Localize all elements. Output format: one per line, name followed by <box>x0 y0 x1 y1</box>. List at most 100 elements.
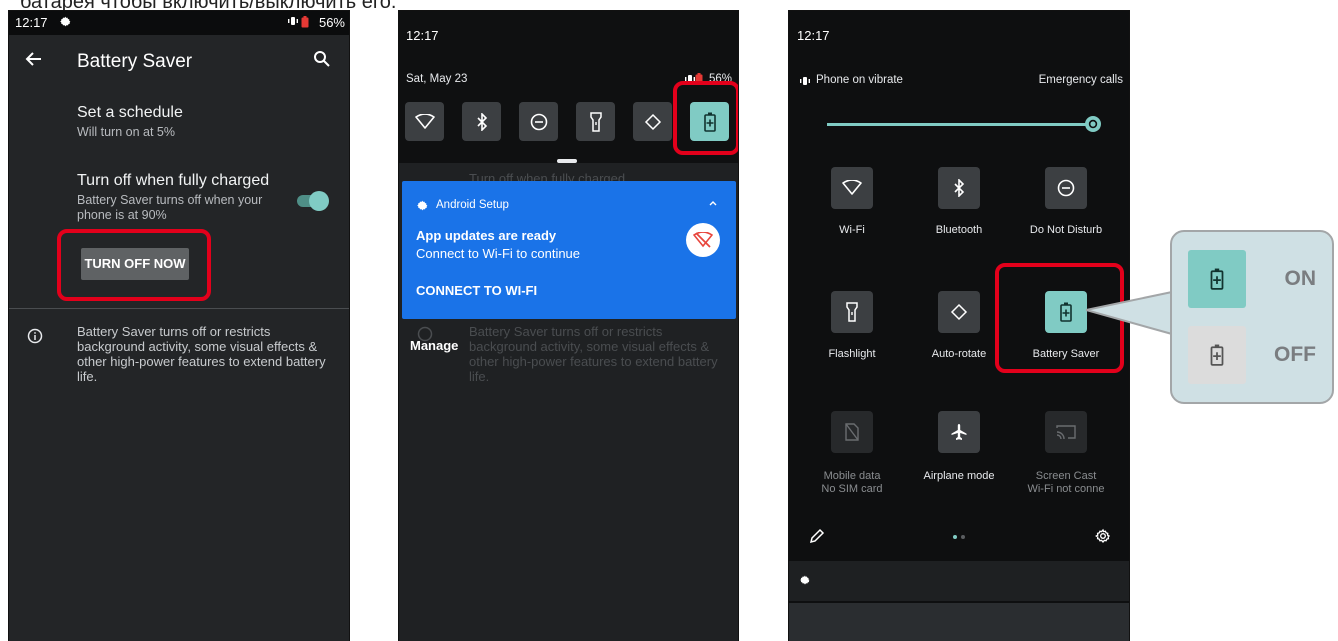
wifi-icon <box>842 180 862 195</box>
tile-flashlight[interactable] <box>831 291 873 333</box>
tile-label: Flashlight <box>828 348 876 360</box>
tile-label: Screen Cast <box>1035 470 1097 482</box>
rotate-icon <box>950 303 968 321</box>
notification-shade-screen: Turn off when fully charged Battery Save… <box>398 10 739 641</box>
page-indicator-dots <box>953 535 967 539</box>
qs-bluetooth-tile[interactable] <box>462 102 501 141</box>
tile-do-not-disturb[interactable] <box>1045 167 1087 209</box>
tile-sublabel: No SIM card <box>821 483 883 495</box>
qs-wifi-tile[interactable] <box>405 102 444 141</box>
battery-saver-status-icon <box>301 16 309 28</box>
background-panel <box>789 603 1129 641</box>
highlight-battery-tile <box>673 81 738 155</box>
qs-flashlight-tile[interactable] <box>576 102 615 141</box>
ghost-info-text: Battery Saver turns off or restricts bac… <box>469 324 718 384</box>
page-title: Battery Saver <box>77 51 193 72</box>
ghost-info-line: other high-power features to extend batt… <box>469 354 718 369</box>
ghost-info-line: background activity, some visual effects… <box>469 339 710 354</box>
dnd-icon <box>1057 179 1075 197</box>
wifi-off-icon <box>686 223 720 257</box>
set-schedule-title[interactable]: Set a schedule <box>77 104 183 122</box>
quick-settings-expanded-screen: 12:17 Phone on vibrate Emergency calls W… <box>788 10 1130 641</box>
vibrate-icon <box>799 76 811 86</box>
status-bar: 12:17 56% <box>9 11 349 35</box>
emergency-calls-link[interactable]: Emergency calls <box>1039 74 1123 86</box>
settings-gear-icon <box>59 15 72 28</box>
bluetooth-icon <box>476 112 487 131</box>
battery-saver-settings-screen: 12:17 56% Battery Saver Set a schedule W… <box>8 10 350 641</box>
tile-label: Bluetooth <box>935 224 983 236</box>
qs-rotate-tile[interactable] <box>633 102 672 141</box>
highlight-turn-off-button <box>57 229 211 301</box>
info-text: Battery Saver turns off or restricts bac… <box>77 324 333 384</box>
chevron-up-icon[interactable] <box>708 199 718 207</box>
battery-saver-off-tile <box>1188 326 1246 384</box>
tile-auto-rotate[interactable] <box>938 291 980 333</box>
tile-bluetooth[interactable] <box>938 167 980 209</box>
full-charge-summary-line1: Battery Saver turns off when your <box>77 193 263 207</box>
rotate-icon <box>644 113 661 130</box>
tile-label: Airplane mode <box>923 470 995 482</box>
flashlight-icon <box>846 302 858 322</box>
status-time: 12:17 <box>406 28 439 43</box>
flashlight-icon <box>589 111 602 132</box>
full-charge-title[interactable]: Turn off when fully charged <box>77 172 269 190</box>
ghost-info-line: Battery Saver turns off or restricts <box>469 324 663 339</box>
divider <box>9 308 349 309</box>
battery-saver-icon <box>1210 268 1224 290</box>
full-charge-toggle[interactable] <box>295 191 329 211</box>
ghost-info-line: life. <box>469 369 490 384</box>
toggle-knob <box>309 191 329 211</box>
vibrate-icon <box>287 16 299 26</box>
off-label: OFF <box>1274 343 1316 366</box>
tile-label: Wi-Fi <box>839 224 865 236</box>
battery-saver-icon <box>1210 344 1224 366</box>
info-line: other high-power features to extend batt… <box>77 354 326 369</box>
status-time: 12:17 <box>797 28 830 43</box>
settings-gear-icon <box>416 199 429 212</box>
tile-label: Do Not Disturb <box>1029 224 1103 236</box>
info-line: background activity, some visual effects… <box>77 339 318 354</box>
manage-button[interactable]: Manage <box>410 338 458 353</box>
tile-mobile-data[interactable] <box>831 411 873 453</box>
info-icon <box>27 328 43 344</box>
notification-title: App updates are ready <box>416 228 557 243</box>
notification-text: Connect to Wi-Fi to continue <box>416 246 581 261</box>
search-icon[interactable] <box>313 50 331 68</box>
full-charge-summary-line2: phone is at 90% <box>77 208 167 222</box>
tile-airplane-mode[interactable] <box>938 411 980 453</box>
app-bar: Battery Saver <box>9 35 349 87</box>
date-text: Sat, May 23 <box>406 73 468 85</box>
settings-gear-icon <box>799 574 811 586</box>
qs-dnd-tile[interactable] <box>519 102 558 141</box>
notification-app-name: Android Setup <box>436 199 509 211</box>
wifi-icon <box>414 113 435 129</box>
tile-screen-cast[interactable] <box>1045 411 1087 453</box>
tile-wifi[interactable] <box>831 167 873 209</box>
set-schedule-summary: Will turn on at 5% <box>77 125 175 139</box>
connect-wifi-action[interactable]: CONNECT TO WI-FI <box>416 283 537 298</box>
drag-handle[interactable] <box>557 159 577 163</box>
brightness-slider[interactable] <box>827 123 1089 126</box>
on-off-callout: ON OFF <box>1170 230 1334 404</box>
callout-pointer <box>1086 290 1173 336</box>
cast-icon <box>1056 425 1076 440</box>
edit-pencil-icon[interactable] <box>809 528 825 544</box>
settings-gear-icon[interactable] <box>1095 528 1111 544</box>
notification-stub <box>789 561 1129 601</box>
info-line: life. <box>77 369 98 384</box>
battery-percent: 56% <box>318 15 345 30</box>
mobile-data-icon <box>845 423 859 441</box>
info-line: Battery Saver turns off or restricts <box>77 324 271 339</box>
status-time: 12:17 <box>15 15 48 30</box>
airplane-icon <box>951 424 967 440</box>
brightness-icon[interactable] <box>1083 114 1103 134</box>
tile-sublabel: Wi-Fi not conne <box>1027 483 1105 495</box>
tile-label: Mobile data <box>823 470 881 482</box>
battery-saver-on-tile <box>1188 250 1246 308</box>
bluetooth-icon <box>954 179 965 197</box>
dnd-icon <box>530 113 547 130</box>
back-arrow-icon[interactable] <box>25 50 43 68</box>
ringer-status: Phone on vibrate <box>816 74 903 86</box>
android-setup-notification[interactable]: Android Setup App updates are ready Conn… <box>402 181 736 319</box>
